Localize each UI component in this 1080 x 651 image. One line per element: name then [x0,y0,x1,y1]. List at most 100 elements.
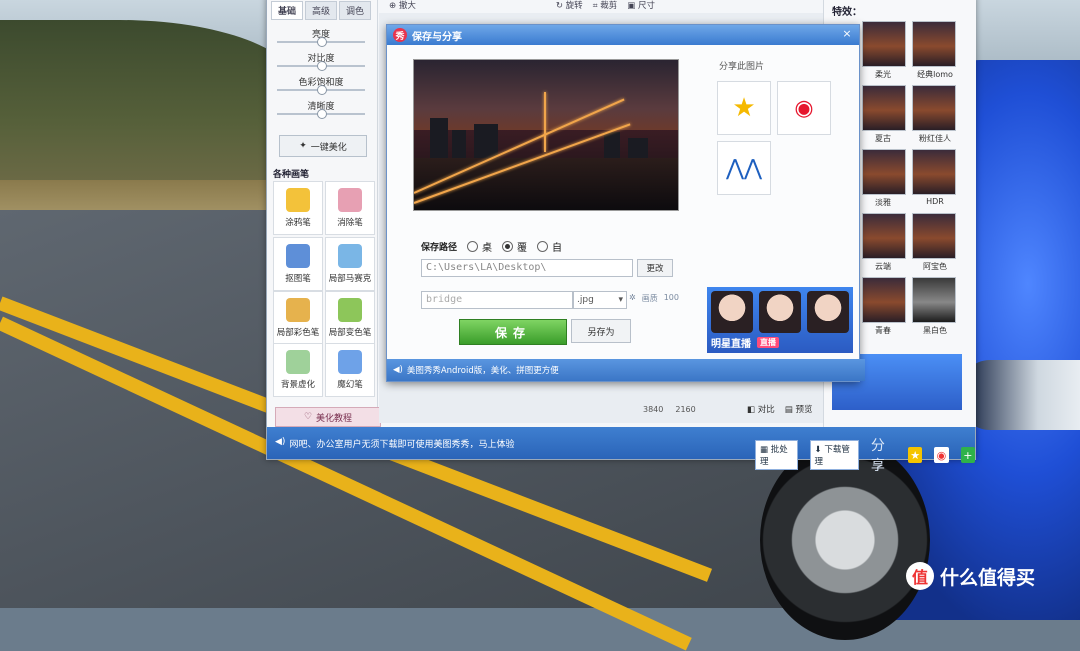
ad-banner[interactable]: 明星直播 直播 [707,287,853,353]
watermark: 值 什么值得买 [906,562,1035,590]
blur-icon [286,350,310,374]
slider-knob[interactable] [317,109,327,119]
resize-button[interactable]: ▣ 尺寸 [627,0,655,11]
weibo-icon[interactable]: ◉ [777,81,831,135]
zoom-in-button[interactable]: ⊕ 撤大 [389,0,416,11]
effect-thumb[interactable] [862,213,906,259]
compare-button[interactable]: ◧ 对比 [747,403,775,415]
eraser-icon [338,188,362,212]
compare-label: 对比 [757,405,775,415]
image-preview [413,59,679,211]
tool-label: 消除笔 [337,218,363,228]
saturation-slider[interactable] [277,85,365,95]
change-path-button[interactable]: 更改 [637,259,673,277]
ad-label: 明星直播 直播 [711,335,779,350]
extension-value: .jpg [577,295,594,305]
sharpness-slider[interactable] [277,109,365,119]
panel-tabs: 基础 高级 调色 [271,1,372,20]
close-icon[interactable]: × [841,28,853,40]
save-share-dialog: 秀 保存与分享 × 分享此图片 ★ ◉ ⋀⋀ 保存路径 桌 覆 自 C:\Use… [386,24,865,382]
effect-thumb[interactable] [912,277,956,323]
weibo-share-icon[interactable]: ◉ [934,447,949,463]
radio-circle [467,241,479,252]
filename-field[interactable]: bridge [421,291,573,309]
tool-magic-pen[interactable]: 魔幻笔 [325,343,375,397]
tab-basic[interactable]: 基础 [271,1,304,20]
beautify-label: 一键美化 [310,142,347,153]
tool-eraser-pen[interactable]: 消除笔 [325,181,375,235]
weibo-eye-icon: ◉ [794,95,814,121]
tool-recolor-pen[interactable]: 局部变色笔 [325,291,375,345]
one-click-beautify-button[interactable]: ✦ 一键美化 [279,135,367,157]
effect-label: 淡雅 [875,198,891,207]
effect-thumb[interactable] [862,85,906,131]
ad-face [711,291,753,333]
path-option-desktop[interactable]: 桌 [467,239,492,254]
tool-label: 魔幻笔 [337,380,363,390]
compare-controls: ◧ 对比 ▤ 预览 [747,403,813,415]
tool-label: 局部变色笔 [328,328,372,338]
path-option-custom[interactable]: 自 [537,239,562,254]
contrast-slider[interactable] [277,61,365,71]
effect-thumb[interactable] [862,21,906,67]
ad-face [807,291,849,333]
effect-thumb[interactable] [862,277,906,323]
tool-background-blur[interactable]: 背景虚化 [273,343,323,397]
dialog-tip-bar[interactable]: ◀) 美图秀秀Android版，美化、拼图更方便 [387,359,865,381]
effect-label: 黑白色 [923,326,947,335]
speaker-icon: ◀) [393,365,403,375]
effect-thumb[interactable] [912,149,956,195]
pen-icon [286,188,310,212]
tool-label: 涂鸦笔 [285,218,311,228]
add-share-icon[interactable]: + [960,447,975,463]
heart-icon: ♡ [303,412,313,422]
path-option-overwrite[interactable]: 覆 [502,239,527,254]
tool-cutout-pen[interactable]: 抠图笔 [273,237,323,291]
effect-thumb[interactable] [912,213,956,259]
qzone-share-icon[interactable]: ★ [907,447,923,463]
bottom-bar: ◀) 网吧、办公室用户无须下载即可使用美图秀秀，马上体验 ▦ 批处理 ⬇ 下载管… [267,427,975,474]
effect-thumb[interactable] [862,149,906,195]
effects-title: 特效： [832,7,862,18]
save-path-row: 保存路径 桌 覆 自 [421,239,562,254]
rotate-button[interactable]: ↻ 旋转 [556,0,583,11]
download-manager-button[interactable]: ⬇ 下载管理 [809,440,859,470]
preview-button[interactable]: ▤ 预览 [785,403,813,415]
paint-brush-icon [286,298,310,322]
save-button[interactable]: 保存 [459,319,567,345]
share-text: 分享 [870,438,885,474]
tool-label: 背景虚化 [280,380,315,390]
slider-knob[interactable] [317,85,327,95]
qzone-icon[interactable]: ★ [717,81,771,135]
quality-control[interactable]: ✲ 画质 100 [629,293,679,304]
radio-circle [502,241,514,252]
renren-icon[interactable]: ⋀⋀ [717,141,771,195]
ad-label-text: 明星直播 [711,339,751,350]
tool-doodle-pen[interactable]: 涂鸦笔 [273,181,323,235]
tool-mosaic[interactable]: 局部马赛克 [325,237,375,291]
effect-label: 云端 [875,262,891,271]
tab-color[interactable]: 调色 [339,1,372,20]
tab-advanced[interactable]: 高级 [305,1,338,20]
people-icon: ⋀⋀ [725,155,763,181]
magic-wand-icon: ✦ [299,141,307,151]
extension-select[interactable]: .jpg ▾ [573,291,627,309]
effect-thumb[interactable] [912,85,956,131]
tool-partial-color-pen[interactable]: 局部彩色笔 [273,291,323,345]
tutorial-button[interactable]: ♡ 美化教程 [275,407,381,427]
preview-building [628,138,648,158]
top-toolbar: ⊕ 撤大 ↻ 旋转 ⌗ 裁剪 ▣ 尺寸 [379,0,833,13]
slider-knob[interactable] [317,37,327,47]
preview-building [430,118,448,158]
save-path-field[interactable]: C:\Users\LA\Desktop\ [421,259,633,277]
brightness-slider[interactable] [277,37,365,47]
save-as-button[interactable]: 另存为 [571,319,631,343]
batch-button[interactable]: ▦ 批处理 [755,440,798,470]
bottom-message[interactable]: ◀) 网吧、办公室用户无须下载即可使用美图秀秀，马上体验 [275,437,514,450]
slider-knob[interactable] [317,61,327,71]
crop-button[interactable]: ⌗ 裁剪 [593,0,618,11]
dialog-title: 保存与分享 [412,31,462,43]
mosaic-icon [338,244,362,268]
wallpaper-hills [0,20,300,190]
effect-thumb[interactable] [912,21,956,67]
